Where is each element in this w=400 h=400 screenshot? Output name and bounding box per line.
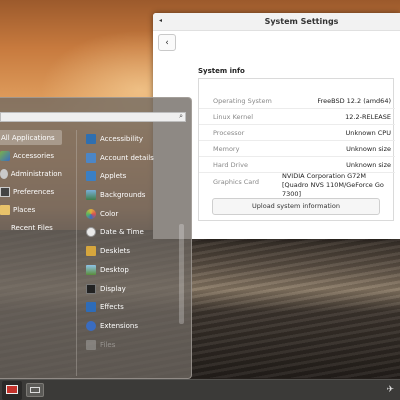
files-icon bbox=[86, 340, 96, 350]
app-label: Files bbox=[100, 341, 116, 349]
menu-scrollbar[interactable] bbox=[179, 224, 184, 324]
info-key: Memory bbox=[213, 145, 240, 153]
app-applets[interactable]: Applets bbox=[86, 169, 126, 183]
category-recent-files[interactable]: Recent Files bbox=[0, 220, 62, 235]
app-label: Backgrounds bbox=[100, 191, 146, 199]
info-value: FreeBSD 12.2 (amd64) bbox=[317, 97, 391, 105]
search-icon: ⌕ bbox=[179, 112, 183, 120]
category-label: Places bbox=[13, 205, 36, 214]
app-label: Display bbox=[100, 285, 126, 293]
category-accessories[interactable]: Accessories bbox=[0, 148, 62, 163]
app-color[interactable]: Color bbox=[86, 207, 118, 221]
app-display[interactable]: Display bbox=[86, 282, 126, 296]
app-label: Extensions bbox=[100, 322, 139, 330]
category-label: Recent Files bbox=[11, 223, 53, 232]
system-info-panel: Operating System FreeBSD 12.2 (amd64) Li… bbox=[198, 78, 395, 221]
administration-icon bbox=[0, 168, 8, 179]
info-row-os: Operating System FreeBSD 12.2 (amd64) bbox=[199, 93, 395, 109]
app-label: Desklets bbox=[100, 247, 131, 255]
app-desktop[interactable]: Desktop bbox=[86, 263, 129, 277]
window-titlebar[interactable]: ◂ System Settings bbox=[153, 13, 400, 31]
folder-icon bbox=[0, 204, 10, 215]
app-account-details[interactable]: Account details bbox=[86, 151, 154, 165]
app-label: Accessibility bbox=[100, 135, 144, 143]
category-label: All Applications bbox=[1, 133, 55, 142]
category-label: Preferences bbox=[13, 187, 55, 196]
app-extensions[interactable]: Extensions bbox=[86, 319, 138, 333]
backgrounds-icon bbox=[86, 190, 96, 200]
app-label: Desktop bbox=[100, 266, 129, 274]
app-accessibility[interactable]: Accessibility bbox=[86, 132, 143, 146]
window-title: System Settings bbox=[264, 17, 339, 26]
info-row-processor: Processor Unknown CPU bbox=[199, 125, 395, 141]
info-key: Linux Kernel bbox=[213, 113, 253, 121]
info-key: Graphics Card bbox=[213, 178, 259, 186]
accessories-icon bbox=[0, 150, 10, 161]
color-icon bbox=[86, 209, 96, 219]
accessibility-icon bbox=[86, 134, 96, 144]
desklets-icon bbox=[86, 246, 96, 256]
category-preferences[interactable]: Preferences bbox=[0, 184, 62, 199]
display-icon bbox=[86, 284, 96, 294]
app-label: Account details bbox=[100, 154, 154, 162]
menu-launcher-icon[interactable] bbox=[2, 381, 22, 400]
app-label: Applets bbox=[100, 172, 127, 180]
category-label: Accessories bbox=[13, 151, 55, 160]
category-administration[interactable]: Administration bbox=[0, 166, 62, 181]
app-effects[interactable]: Effects bbox=[86, 300, 124, 314]
info-row-memory: Memory Unknown size bbox=[199, 141, 395, 157]
app-desklets[interactable]: Desklets bbox=[86, 244, 130, 258]
back-button[interactable]: ‹ bbox=[158, 34, 176, 51]
menu-divider bbox=[76, 130, 77, 376]
info-value: Unknown size bbox=[346, 145, 391, 153]
extensions-icon bbox=[86, 321, 96, 331]
bottom-panel: ✈ bbox=[0, 379, 400, 400]
app-files[interactable]: Files bbox=[86, 338, 115, 352]
date-time-icon bbox=[86, 227, 96, 237]
app-label: Color bbox=[100, 210, 119, 218]
app-label: Effects bbox=[100, 303, 124, 311]
effects-icon bbox=[86, 302, 96, 312]
upload-system-information-button[interactable]: Upload system information bbox=[212, 198, 380, 215]
network-tray-icon[interactable]: ✈ bbox=[386, 385, 394, 395]
app-date-time[interactable]: Date & Time bbox=[86, 225, 144, 239]
section-title: System info bbox=[198, 67, 245, 75]
category-places[interactable]: Places bbox=[0, 202, 62, 217]
application-menu: ⌕ All Applications Accessories Administr… bbox=[0, 97, 192, 379]
info-key: Processor bbox=[213, 129, 245, 137]
category-label: Administration bbox=[10, 169, 62, 178]
app-backgrounds[interactable]: Backgrounds bbox=[86, 188, 145, 202]
info-value: NVIDIA Corporation G72M [Quadro NVS 110M… bbox=[282, 172, 384, 198]
chevron-left-icon: ‹ bbox=[165, 37, 169, 48]
category-all-applications[interactable]: All Applications bbox=[0, 130, 62, 145]
preferences-icon bbox=[0, 186, 10, 197]
desktop-icon bbox=[86, 265, 96, 275]
search-input[interactable]: ⌕ bbox=[0, 112, 186, 122]
info-key: Operating System bbox=[213, 97, 272, 105]
info-row-kernel: Linux Kernel 12.2-RELEASE bbox=[199, 109, 395, 125]
applets-icon bbox=[86, 171, 96, 181]
account-details-icon bbox=[86, 153, 96, 163]
app-label: Date & Time bbox=[100, 228, 144, 236]
terminal-launcher-icon[interactable] bbox=[26, 383, 44, 397]
info-value: Unknown CPU bbox=[345, 129, 391, 137]
info-row-graphics: Graphics Card NVIDIA Corporation G72M [Q… bbox=[199, 168, 395, 198]
info-value: 12.2-RELEASE bbox=[345, 113, 391, 121]
